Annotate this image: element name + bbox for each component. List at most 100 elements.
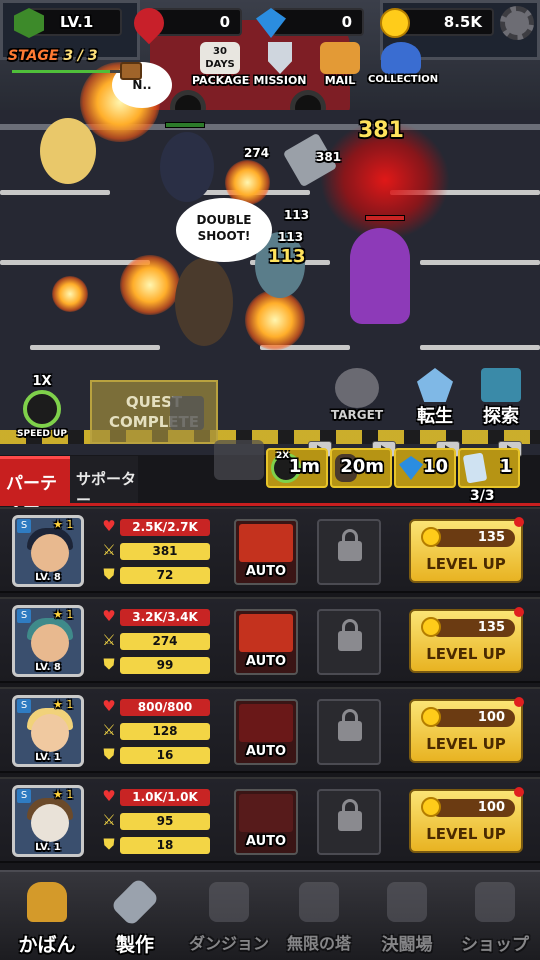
gem-boost-count: 10 <box>422 456 448 477</box>
skill-auto-label: AUTO <box>245 834 287 849</box>
party-count: 3/3 <box>470 488 495 504</box>
target-button[interactable]: TARGET <box>326 368 388 422</box>
speed-multiplier: 1X <box>32 374 52 389</box>
shield-icon: ⛊ <box>103 655 115 673</box>
gem-boost-slot[interactable]: 10 <box>394 448 456 488</box>
hero-row: S ★ 1 LV. 1 ♥ 800/800 ⚔ 128 ⛊ 16 AUTO 10… <box>0 687 540 773</box>
locked-skill-slot[interactable] <box>317 699 381 765</box>
hero-portrait[interactable]: S ★ 1 LV. 1 <box>12 785 84 857</box>
damage-number: 113 <box>268 246 306 267</box>
hero-cowboy-sprite[interactable] <box>175 258 233 346</box>
stage-value: 3 / 3 <box>63 48 98 64</box>
package-label: PACKAGE <box>192 74 250 87</box>
bottom-nav: かばん 製作 ダンジョン 無限の塔 決闘場 ショップ <box>0 870 540 960</box>
speed-up-icon <box>23 390 61 428</box>
attack-value: 95 <box>120 813 210 830</box>
hero-boost-slot[interactable]: 20m <box>330 448 392 488</box>
locked-skill-slot[interactable] <box>317 519 381 585</box>
quest-complete-button[interactable]: QUEST COMPLETE <box>90 380 218 444</box>
gold-coin-icon <box>421 707 441 727</box>
hero-face <box>31 714 69 752</box>
level-up-button[interactable]: 100 LEVEL UP <box>409 697 524 763</box>
mail-button[interactable]: MAIL <box>312 42 368 87</box>
locked-skill-slot[interactable] <box>317 789 381 855</box>
collection-button[interactable]: COLLECTION <box>368 42 438 85</box>
level-up-button[interactable]: 135 LEVEL UP <box>409 517 524 583</box>
star-icon: ★ 1 <box>53 788 74 801</box>
stage-label: STAGE <box>8 48 59 64</box>
collection-people-icon <box>381 42 421 74</box>
backpack-icon <box>27 882 67 922</box>
speed-up-button[interactable]: 1X SPEED UP <box>14 374 70 439</box>
gold-coin-icon <box>421 527 441 547</box>
lane-mark <box>420 260 540 265</box>
skill-shout-text: DOUBLE SHOOT! <box>196 213 252 243</box>
level-up-button[interactable]: 135 LEVEL UP <box>409 607 524 673</box>
nav-craft[interactable]: 製作 <box>92 872 178 960</box>
level-up-button[interactable]: 100 LEVEL UP <box>409 787 524 853</box>
nav-dungeon[interactable]: ダンジョン <box>184 872 274 960</box>
hero-portrait[interactable]: S ★ 1 LV. 8 <box>12 605 84 677</box>
skill-auto-button[interactable]: AUTO <box>234 609 298 675</box>
nav-dungeon-label: ダンジョン <box>188 934 269 953</box>
lock-icon <box>338 619 362 651</box>
nav-bag[interactable]: かばん <box>4 872 90 960</box>
mission-button[interactable]: MISSION <box>252 42 308 87</box>
defense-value: 72 <box>120 567 210 584</box>
damage-number: 381 <box>316 150 342 164</box>
locked-skill-slot[interactable] <box>317 609 381 675</box>
star-count: 1 <box>66 698 74 711</box>
skill-icon <box>239 794 293 832</box>
lock-icon <box>338 529 362 561</box>
lock-icon <box>338 709 362 741</box>
explosion-effect <box>120 255 180 315</box>
rank-badge: S <box>17 699 31 713</box>
zombie-enemy-sprite[interactable] <box>350 228 410 324</box>
player-level-text: LV.1 <box>60 13 94 31</box>
defense-value: 16 <box>120 747 210 764</box>
heart-icon: ♥ <box>102 517 116 535</box>
notification-dot <box>514 697 524 707</box>
hero-blonde-sprite[interactable] <box>40 118 96 184</box>
level-up-label: LEVEL UP <box>426 555 506 573</box>
hero-row: S ★ 1 LV. 8 ♥ 3.2K/3.4K ⚔ 274 ⛊ 99 AUTO <box>0 597 540 683</box>
damage-number: 113 <box>278 230 304 244</box>
hero-level: LV. 8 <box>35 572 61 583</box>
skill-auto-button[interactable]: AUTO <box>234 519 298 585</box>
hero-portrait[interactable]: S ★ 1 LV. 8 <box>12 515 84 587</box>
mail-label: MAIL <box>324 74 356 87</box>
lock-icon <box>170 396 204 430</box>
gem-counter[interactable]: 0 <box>272 8 364 36</box>
package-button[interactable]: 30 DAYS PACKAGE <box>192 42 250 87</box>
rebirth-button[interactable]: 転生 <box>406 368 464 428</box>
skill-auto-button[interactable]: AUTO <box>234 699 298 765</box>
hero-level: LV. 8 <box>35 662 61 673</box>
star-count: 1 <box>66 608 74 621</box>
rank-badge: S <box>17 609 31 623</box>
hero-hp-bar <box>165 122 205 128</box>
ticket-boost-slot[interactable]: 1 <box>458 448 520 488</box>
hero-portrait[interactable]: S ★ 1 LV. 1 <box>12 695 84 767</box>
nav-tower[interactable]: 無限の塔 <box>274 872 364 960</box>
speed-boost-slot[interactable]: 2X 1m <box>266 448 328 488</box>
sword-icon: ⚔ <box>102 541 116 559</box>
explore-button[interactable]: 探索 <box>472 368 530 428</box>
damage-number: 113 <box>284 208 310 222</box>
settings-gear-icon[interactable] <box>500 6 534 40</box>
hp-value: 3.2K/3.4K <box>120 609 210 626</box>
hero-gunner-sprite[interactable] <box>160 132 214 202</box>
attack-value: 381 <box>120 543 210 560</box>
shield-icon: ⛊ <box>103 835 115 853</box>
nav-shop[interactable]: ショップ <box>452 872 538 960</box>
skill-auto-button[interactable]: AUTO <box>234 789 298 855</box>
nav-shop-label: ショップ <box>461 935 529 955</box>
shield-icon: ⛊ <box>103 565 115 583</box>
notification-dot <box>514 787 524 797</box>
nav-arena[interactable]: 決闘場 <box>364 872 450 960</box>
hero-row: S ★ 1 LV. 1 ♥ 1.0K/1.0K ⚔ 95 ⛊ 18 AUTO 1… <box>0 777 540 863</box>
tab-supporter[interactable]: サポーター <box>70 456 138 509</box>
hero-row: S ★ 1 LV. 8 ♥ 2.5K/2.7K ⚔ 381 ⛊ 72 AUTO <box>0 507 540 593</box>
target-helmet-icon <box>335 368 379 408</box>
hp-value: 2.5K/2.7K <box>120 519 210 536</box>
tab-party[interactable]: パーティー <box>0 456 70 519</box>
